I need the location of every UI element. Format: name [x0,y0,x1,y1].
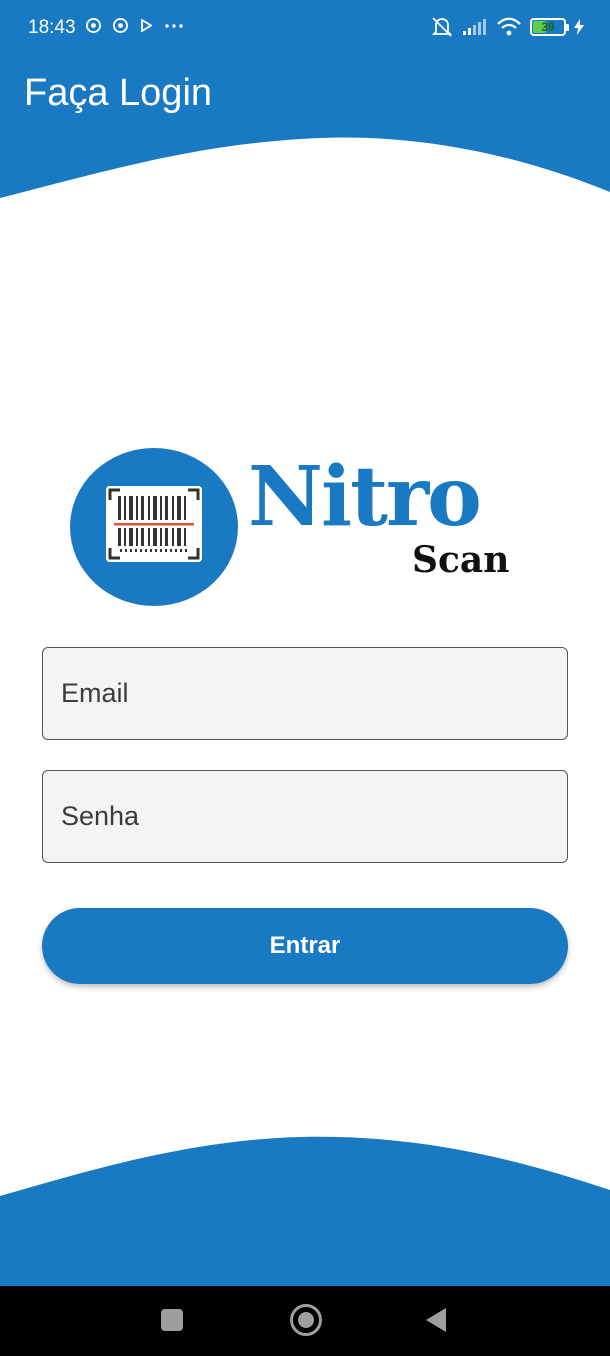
charging-icon [574,19,584,35]
nitro-scan-logo: Nitro Scan [68,446,528,608]
barcode-scanner-icon [106,486,202,562]
page-title: Faça Login [24,72,213,114]
status-time: 18:43 [28,17,76,38]
chrome-icon [86,18,101,33]
system-navigation-bar [0,1286,610,1356]
status-notification-icons [86,18,184,33]
play-icon [141,19,152,32]
mute-vibrate-icon [431,17,453,37]
login-button[interactable]: Entrar [42,908,568,984]
password-field[interactable] [42,770,568,863]
back-icon[interactable] [426,1308,446,1332]
battery-icon: 39 [530,18,569,36]
status-bar: 18:43 39 [0,0,610,58]
status-system-icons: 39 [430,16,584,38]
wifi-icon [497,17,521,36]
logo-text-scan: Scan [412,539,510,581]
signal-icon [463,19,486,35]
more-dots-icon [165,23,183,28]
home-icon[interactable] [290,1304,322,1336]
chrome-icon [113,18,128,33]
logo-text-nitro: Nitro [248,449,482,545]
battery-level: 39 [541,20,555,34]
email-field[interactable] [42,647,568,740]
footer-wave [0,1136,610,1286]
recent-apps-icon[interactable] [161,1309,183,1331]
